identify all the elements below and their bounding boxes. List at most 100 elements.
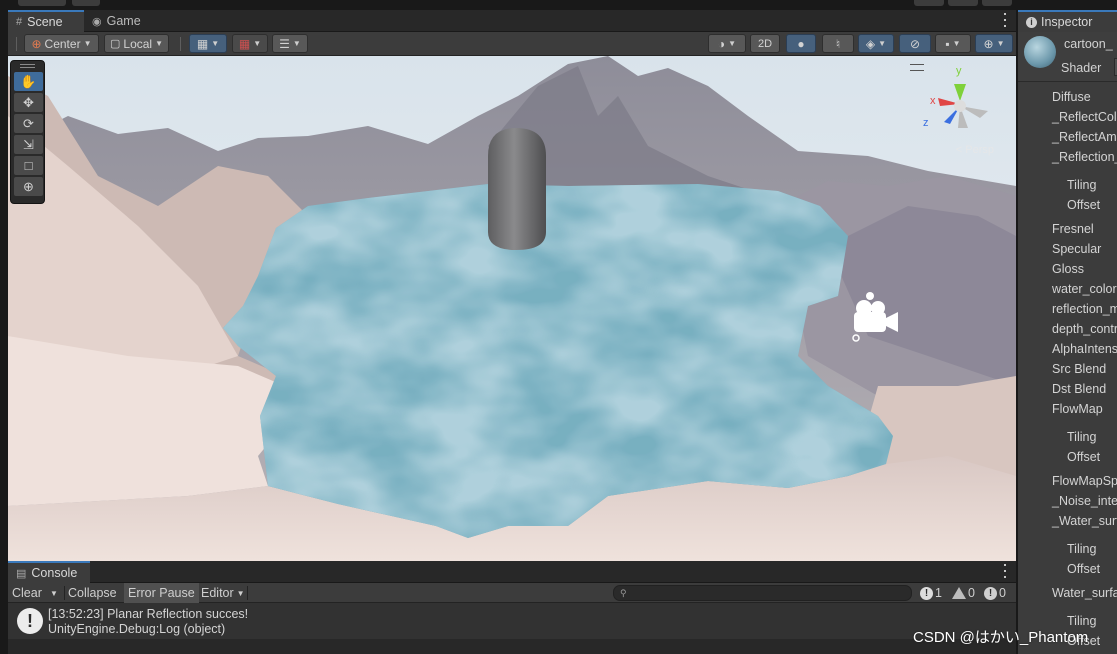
window-control[interactable] bbox=[948, 0, 978, 6]
hand-tool-button[interactable]: ✋ bbox=[14, 72, 43, 91]
console-search-input[interactable]: ⚲ bbox=[613, 585, 912, 601]
pivot-rotation-label: Local bbox=[123, 36, 153, 51]
chevron-down-icon: ▼ bbox=[211, 39, 220, 48]
tab-scene-label: Scene bbox=[27, 15, 63, 29]
property-label: Tiling bbox=[1067, 542, 1097, 556]
lighting-toggle-button[interactable]: ● bbox=[786, 34, 816, 53]
speaker-mute-icon: ♮ bbox=[835, 36, 841, 51]
divider bbox=[247, 586, 248, 600]
console-window: ▤ Console Clear ▼ Collapse Error Pause E… bbox=[8, 561, 1016, 654]
property-label: Diffuse bbox=[1052, 90, 1091, 104]
window-control[interactable] bbox=[982, 0, 1012, 6]
console-icon: ▤ bbox=[16, 567, 27, 580]
clear-button[interactable]: Clear bbox=[8, 583, 46, 603]
warning-count: 0 bbox=[968, 586, 975, 600]
property-label: _Water_surf bbox=[1052, 514, 1117, 528]
property-label: _ReflectAmo bbox=[1052, 130, 1117, 144]
tab-game-label: Game bbox=[106, 14, 141, 28]
tab-game[interactable]: ◉ Game bbox=[84, 10, 156, 32]
property-label: Tiling bbox=[1067, 178, 1097, 192]
lightbulb-icon: ● bbox=[797, 36, 805, 51]
top-strip bbox=[0, 0, 1117, 10]
property-label: _Reflection_ bbox=[1052, 150, 1117, 164]
warning-icon bbox=[952, 587, 966, 599]
viewport-menu-icon[interactable] bbox=[910, 64, 924, 71]
chevron-down-icon: ▼ bbox=[50, 588, 58, 598]
palette-grip[interactable] bbox=[20, 64, 35, 68]
pivot-icon: ⊕ bbox=[31, 36, 42, 51]
material-preview-icon bbox=[1024, 36, 1056, 68]
rotate-icon: ⟳ bbox=[23, 115, 34, 131]
tab-console-label: Console bbox=[31, 566, 78, 580]
chevron-down-icon: ▼ bbox=[253, 39, 262, 48]
divider bbox=[180, 37, 181, 51]
property-label: water_color bbox=[1052, 282, 1117, 296]
scale-icon: ⇲ bbox=[23, 136, 34, 152]
chevron-down-icon: ▼ bbox=[155, 39, 163, 48]
property-label: FlowMap bbox=[1052, 402, 1103, 416]
info-count-toggle[interactable]: ! 1 bbox=[920, 583, 942, 603]
svg-text:y: y bbox=[956, 65, 962, 77]
tab-inspector[interactable]: i Inspector bbox=[1018, 10, 1117, 32]
svg-text:z: z bbox=[923, 117, 929, 129]
tab-scene[interactable]: # Scene bbox=[8, 10, 84, 32]
scene-visibility-button[interactable]: ⊘ bbox=[899, 34, 931, 53]
log-entry[interactable]: ! [13:52:23] Planar Reflection succes! U… bbox=[8, 603, 1016, 639]
move-tool-button[interactable]: ✥ bbox=[14, 93, 43, 112]
divider bbox=[16, 37, 17, 51]
gizmos-dropdown[interactable]: ⊕ ▼ bbox=[975, 34, 1013, 53]
grid-increment-icon: ▦ bbox=[238, 36, 251, 51]
pivot-rotation-dropdown[interactable]: ▢ Local ▼ bbox=[104, 34, 169, 53]
error-pause-button[interactable]: Error Pause bbox=[124, 583, 199, 603]
rect-tool-button[interactable]: □ bbox=[14, 156, 43, 175]
audio-toggle-button[interactable]: ♮ bbox=[822, 34, 854, 53]
console-tab-bar: ▤ Console bbox=[8, 561, 1016, 583]
chevron-down-icon: ▼ bbox=[292, 39, 301, 48]
grid-icon: # bbox=[16, 16, 23, 28]
svg-text:x: x bbox=[930, 95, 936, 107]
tool-palette: ✋ ✥ ⟳ ⇲ □ ⊕ bbox=[10, 60, 45, 204]
toggle-2d-button[interactable]: 2D bbox=[750, 34, 780, 53]
scene-viewport[interactable]: y x z ✋ ✥ ⟳ ⇲ □ ⊕ < Persp bbox=[8, 56, 1016, 561]
transform-tool-button[interactable]: ⊕ bbox=[14, 177, 43, 196]
clear-options-dropdown[interactable]: ▼ bbox=[46, 583, 62, 603]
property-label: _Noise_inter bbox=[1052, 494, 1117, 508]
pivot-mode-label: Center bbox=[44, 36, 81, 51]
hand-icon: ✋ bbox=[20, 73, 37, 89]
editor-dropdown[interactable]: Editor ▼ bbox=[197, 583, 249, 603]
editor-label: Editor bbox=[201, 586, 234, 600]
property-label: Gloss bbox=[1052, 262, 1084, 276]
chevron-down-icon: ▼ bbox=[952, 39, 961, 48]
shading-sphere-icon: ◑ bbox=[717, 36, 726, 51]
property-label: Offset bbox=[1067, 198, 1101, 212]
scale-tool-button[interactable]: ⇲ bbox=[14, 135, 43, 154]
pivot-mode-dropdown[interactable]: ⊕ Center ▼ bbox=[24, 34, 99, 53]
console-menu-icon[interactable] bbox=[1002, 564, 1008, 578]
gamepad-icon: ◉ bbox=[92, 15, 102, 28]
collapse-button[interactable]: Collapse bbox=[64, 583, 121, 603]
effects-dropdown[interactable]: ◈ ▼ bbox=[858, 34, 894, 53]
draw-mode-dropdown[interactable]: ◑ ▼ bbox=[708, 34, 746, 53]
increment-snap-button[interactable]: ☰ ▼ bbox=[272, 34, 308, 53]
scene-menu-icon[interactable] bbox=[1002, 13, 1008, 27]
property-label: Tiling bbox=[1067, 430, 1097, 444]
window-control[interactable] bbox=[72, 0, 100, 6]
grid-snap-button[interactable]: ▦ ▼ bbox=[189, 34, 227, 53]
search-icon: ⚲ bbox=[620, 588, 627, 598]
warning-count-toggle[interactable]: 0 bbox=[952, 583, 975, 603]
property-label: FlowMapSp bbox=[1052, 474, 1117, 488]
scene-render: y x z bbox=[8, 56, 1016, 561]
projection-toggle[interactable]: < Persp bbox=[956, 144, 994, 156]
grid-visibility-button[interactable]: ▦ ▼ bbox=[232, 34, 268, 53]
property-label: Water_surfa bbox=[1052, 586, 1117, 600]
camera-settings-dropdown[interactable]: ▪ ▼ bbox=[935, 34, 971, 53]
scene-window: # Scene ◉ Game ⊕ Center ▼ ▢ Local ▼ ▦ ▼ … bbox=[8, 10, 1016, 561]
error-count-toggle[interactable]: ! 0 bbox=[984, 583, 1006, 603]
window-control[interactable] bbox=[914, 0, 944, 6]
property-label: Fresnel bbox=[1052, 222, 1094, 236]
tab-console[interactable]: ▤ Console bbox=[8, 561, 90, 583]
chevron-down-icon: ▼ bbox=[83, 39, 92, 48]
rotate-tool-button[interactable]: ⟳ bbox=[14, 114, 43, 133]
window-control[interactable] bbox=[18, 0, 66, 6]
eye-slash-icon: ⊘ bbox=[909, 36, 921, 51]
